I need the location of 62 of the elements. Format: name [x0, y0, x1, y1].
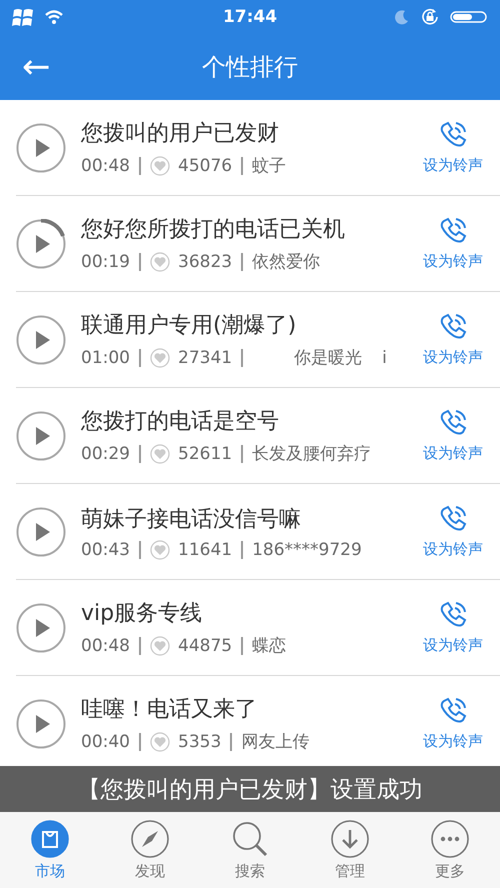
- play-button[interactable]: [16, 122, 66, 172]
- play-button[interactable]: [16, 698, 66, 748]
- like-count: 45076: [178, 156, 232, 176]
- like-count: 44875: [178, 636, 232, 656]
- loading-play-button[interactable]: [16, 218, 66, 268]
- duration: 00:29: [81, 444, 130, 464]
- tab[interactable]: 更多: [400, 812, 500, 888]
- like-count: 5353: [178, 732, 222, 752]
- tab[interactable]: 管理: [300, 812, 400, 888]
- play-button[interactable]: [16, 314, 66, 364]
- play-button[interactable]: [16, 410, 66, 460]
- duration: 00:40: [81, 732, 130, 752]
- ringtone-title: 萌妹子接电话没信号嘛: [81, 506, 302, 534]
- play-button[interactable]: [16, 602, 66, 652]
- set-ringtone-button[interactable]: 设为铃声: [420, 120, 486, 175]
- author-name: 蚊子: [252, 155, 286, 177]
- set-ringtone-button[interactable]: 设为铃声: [420, 696, 486, 751]
- author-name: 网友上传: [241, 731, 310, 753]
- search-icon: [231, 820, 269, 858]
- ringtone-title: 您拨打的电话是空号: [81, 408, 280, 436]
- duration: 00:48: [81, 156, 130, 176]
- like-count: 36823: [178, 252, 232, 272]
- ringtone-title: 您拨叫的用户已发财: [81, 120, 280, 148]
- ringtone-title: 联通用户专用(潮爆了): [81, 312, 298, 340]
- like-count: 11641: [178, 540, 232, 560]
- rotation-lock-icon: [420, 7, 440, 27]
- tab[interactable]: 搜索: [200, 812, 300, 888]
- author-name: 依然爱你: [252, 251, 320, 273]
- moon-icon: [394, 9, 410, 25]
- toast-message: 【您拨叫的用户已发财】设置成功: [0, 766, 500, 812]
- compass-icon: [131, 820, 169, 858]
- set-ringtone-button[interactable]: 设为铃声: [420, 312, 486, 367]
- back-button[interactable]: ←: [18, 47, 54, 87]
- ringtone-title: 哇噻！电话又来了: [81, 696, 258, 724]
- duration: 00:19: [81, 252, 130, 272]
- tab[interactable]: 市场: [0, 812, 100, 888]
- download-icon: [331, 820, 369, 858]
- ringtone-title: vip服务专线: [81, 600, 204, 628]
- set-ringtone-button[interactable]: 设为铃声: [420, 408, 486, 463]
- play-button[interactable]: [16, 506, 66, 556]
- page-title: 个性排行: [202, 52, 298, 83]
- status-time: 17:44: [222, 7, 278, 27]
- set-ringtone-button[interactable]: 设为铃声: [420, 216, 486, 271]
- author-name: 你是暖光: [294, 347, 362, 369]
- more-icon: [431, 820, 469, 858]
- ringtone-title: 您好您所拨打的电话已关机: [81, 216, 346, 244]
- battery-icon: [450, 10, 488, 24]
- duration: 01:00: [81, 348, 130, 368]
- info-mark: i: [382, 348, 387, 368]
- author-name: 长发及腰何弃疗: [252, 443, 372, 465]
- author-name: 蝶恋: [252, 635, 286, 657]
- author-name: 186****9729: [252, 540, 362, 560]
- like-count: 52611: [178, 444, 232, 464]
- wifi-icon: [44, 9, 64, 25]
- set-ringtone-button[interactable]: 设为铃声: [420, 504, 486, 559]
- duration: 00:48: [81, 636, 130, 656]
- like-count: 27341: [178, 348, 232, 368]
- shopping-bag-icon: [31, 820, 69, 858]
- set-ringtone-button[interactable]: 设为铃声: [420, 600, 486, 655]
- duration: 00:43: [81, 540, 130, 560]
- tab[interactable]: 发现: [100, 812, 200, 888]
- windows-logo-icon: [12, 6, 34, 28]
